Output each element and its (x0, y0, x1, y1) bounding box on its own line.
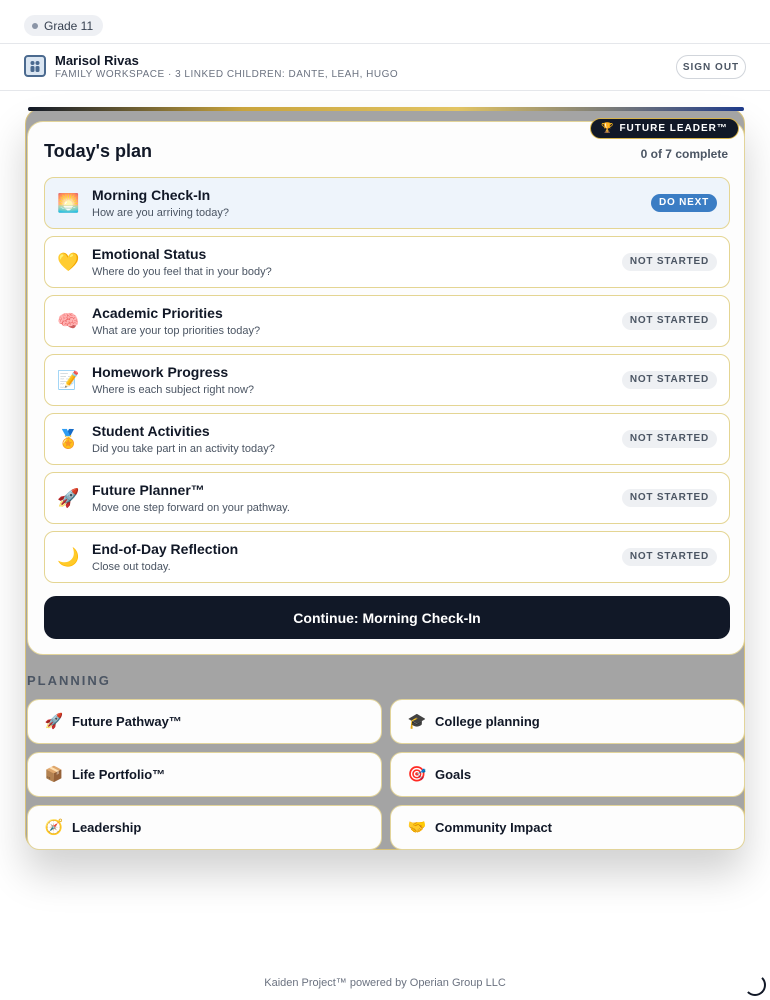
task-homework-progress[interactable]: 📝 Homework Progress Where is each subjec… (44, 354, 730, 406)
status-badge: DO NEXT (650, 194, 717, 212)
status-badge: NOT STARTED (621, 312, 717, 330)
link-label: Leadership (72, 820, 142, 835)
future-leader-badge: 🏆 FUTURE LEADER™ (590, 118, 739, 139)
status-badge: NOT STARTED (621, 548, 717, 566)
task-subtitle: How are you arriving today? (92, 207, 229, 219)
task-morning-check-in[interactable]: 🌅 Morning Check-In How are you arriving … (44, 177, 730, 229)
medal-icon: 🏅 (57, 429, 80, 449)
task-subtitle: Did you take part in an activity today? (92, 443, 275, 455)
profile-name: Marisol Rivas (55, 53, 139, 68)
badge-label: FUTURE LEADER™ (619, 123, 728, 134)
sunrise-icon: 🌅 (57, 193, 80, 213)
status-badge: NOT STARTED (621, 253, 717, 271)
task-emotional-status[interactable]: 💛 Emotional Status Where do you feel tha… (44, 236, 730, 288)
loading-spinner-icon (744, 974, 766, 996)
top-strip: Grade 11 (0, 0, 770, 44)
grade-chip: Grade 11 (24, 15, 104, 36)
plan-progress: 0 of 7 complete (640, 147, 728, 161)
task-student-activities[interactable]: 🏅 Student Activities Did you take part i… (44, 413, 730, 465)
task-end-of-day-reflection[interactable]: 🌙 End-of-Day Reflection Close out today.… (44, 531, 730, 583)
task-subtitle: Close out today. (92, 561, 171, 573)
yellow-heart-icon: 💛 (57, 252, 80, 272)
grade-label: Grade 11 (44, 18, 94, 33)
profile-bar: Marisol Rivas Family workspace · 3 linke… (0, 45, 770, 91)
rocket-icon: 🚀 (57, 488, 80, 508)
family-avatar-icon (24, 55, 46, 77)
status-badge: NOT STARTED (621, 430, 717, 448)
crescent-moon-icon: 🌙 (57, 547, 80, 567)
link-label: College planning (435, 714, 540, 729)
footer-text: Kaiden Project™ powered by Operian Group… (264, 977, 506, 989)
box-icon: 📦 (44, 766, 64, 783)
task-title: Student Activities (92, 423, 210, 439)
graduation-cap-icon: 🎓 (407, 713, 427, 730)
target-icon: 🎯 (407, 766, 427, 783)
compass-icon: 🧭 (44, 819, 64, 836)
rocket-icon: 🚀 (44, 713, 64, 730)
handshake-icon: 🤝 (407, 819, 427, 836)
status-badge: NOT STARTED (621, 489, 717, 507)
task-subtitle: Where is each subject right now? (92, 384, 255, 396)
task-title: Morning Check-In (92, 187, 211, 203)
task-title: End-of-Day Reflection (92, 541, 239, 557)
continue-button[interactable]: Continue: Morning Check-In (44, 596, 730, 639)
link-goals[interactable]: 🎯 Goals (390, 752, 745, 797)
todays-plan-card: 🏆 FUTURE LEADER™ Today's plan 0 of 7 com… (27, 118, 745, 655)
task-subtitle: Where do you feel that in your body? (92, 266, 272, 278)
task-subtitle: Move one step forward on your pathway. (92, 502, 290, 514)
status-badge: NOT STARTED (621, 371, 717, 389)
brain-icon: 🧠 (57, 311, 80, 331)
task-title: Academic Priorities (92, 305, 223, 321)
link-future-pathway[interactable]: 🚀 Future Pathway™ (27, 699, 382, 744)
task-title: Emotional Status (92, 246, 207, 262)
plan-title: Today's plan (44, 141, 152, 161)
link-label: Community Impact (435, 820, 553, 835)
task-subtitle: What are your top priorities today? (92, 325, 261, 337)
link-community-impact[interactable]: 🤝 Community Impact (390, 805, 745, 850)
link-life-portfolio[interactable]: 📦 Life Portfolio™ (27, 752, 382, 797)
memo-icon: 📝 (57, 370, 80, 390)
task-title: Future Planner™ (92, 482, 205, 498)
task-academic-priorities[interactable]: 🧠 Academic Priorities What are your top … (44, 295, 730, 347)
link-label: Goals (435, 767, 472, 782)
link-leadership[interactable]: 🧭 Leadership (27, 805, 382, 850)
link-college-planning[interactable]: 🎓 College planning (390, 699, 745, 744)
planning-heading: PLANNING (27, 673, 111, 688)
link-label: Future Pathway™ (72, 714, 182, 729)
trophy-icon: 🏆 (601, 123, 615, 134)
grade-dot-icon (32, 22, 38, 29)
profile-subtitle: Family workspace · 3 linked children: Da… (55, 69, 399, 80)
main-panel: 🏆 FUTURE LEADER™ Today's plan 0 of 7 com… (25, 107, 745, 850)
panel-accent-line (28, 107, 744, 111)
sign-out-button[interactable]: SIGN OUT (676, 55, 746, 79)
link-label: Life Portfolio™ (72, 767, 166, 782)
task-future-planner[interactable]: 🚀 Future Planner™ Move one step forward … (44, 472, 730, 524)
task-title: Homework Progress (92, 364, 229, 380)
